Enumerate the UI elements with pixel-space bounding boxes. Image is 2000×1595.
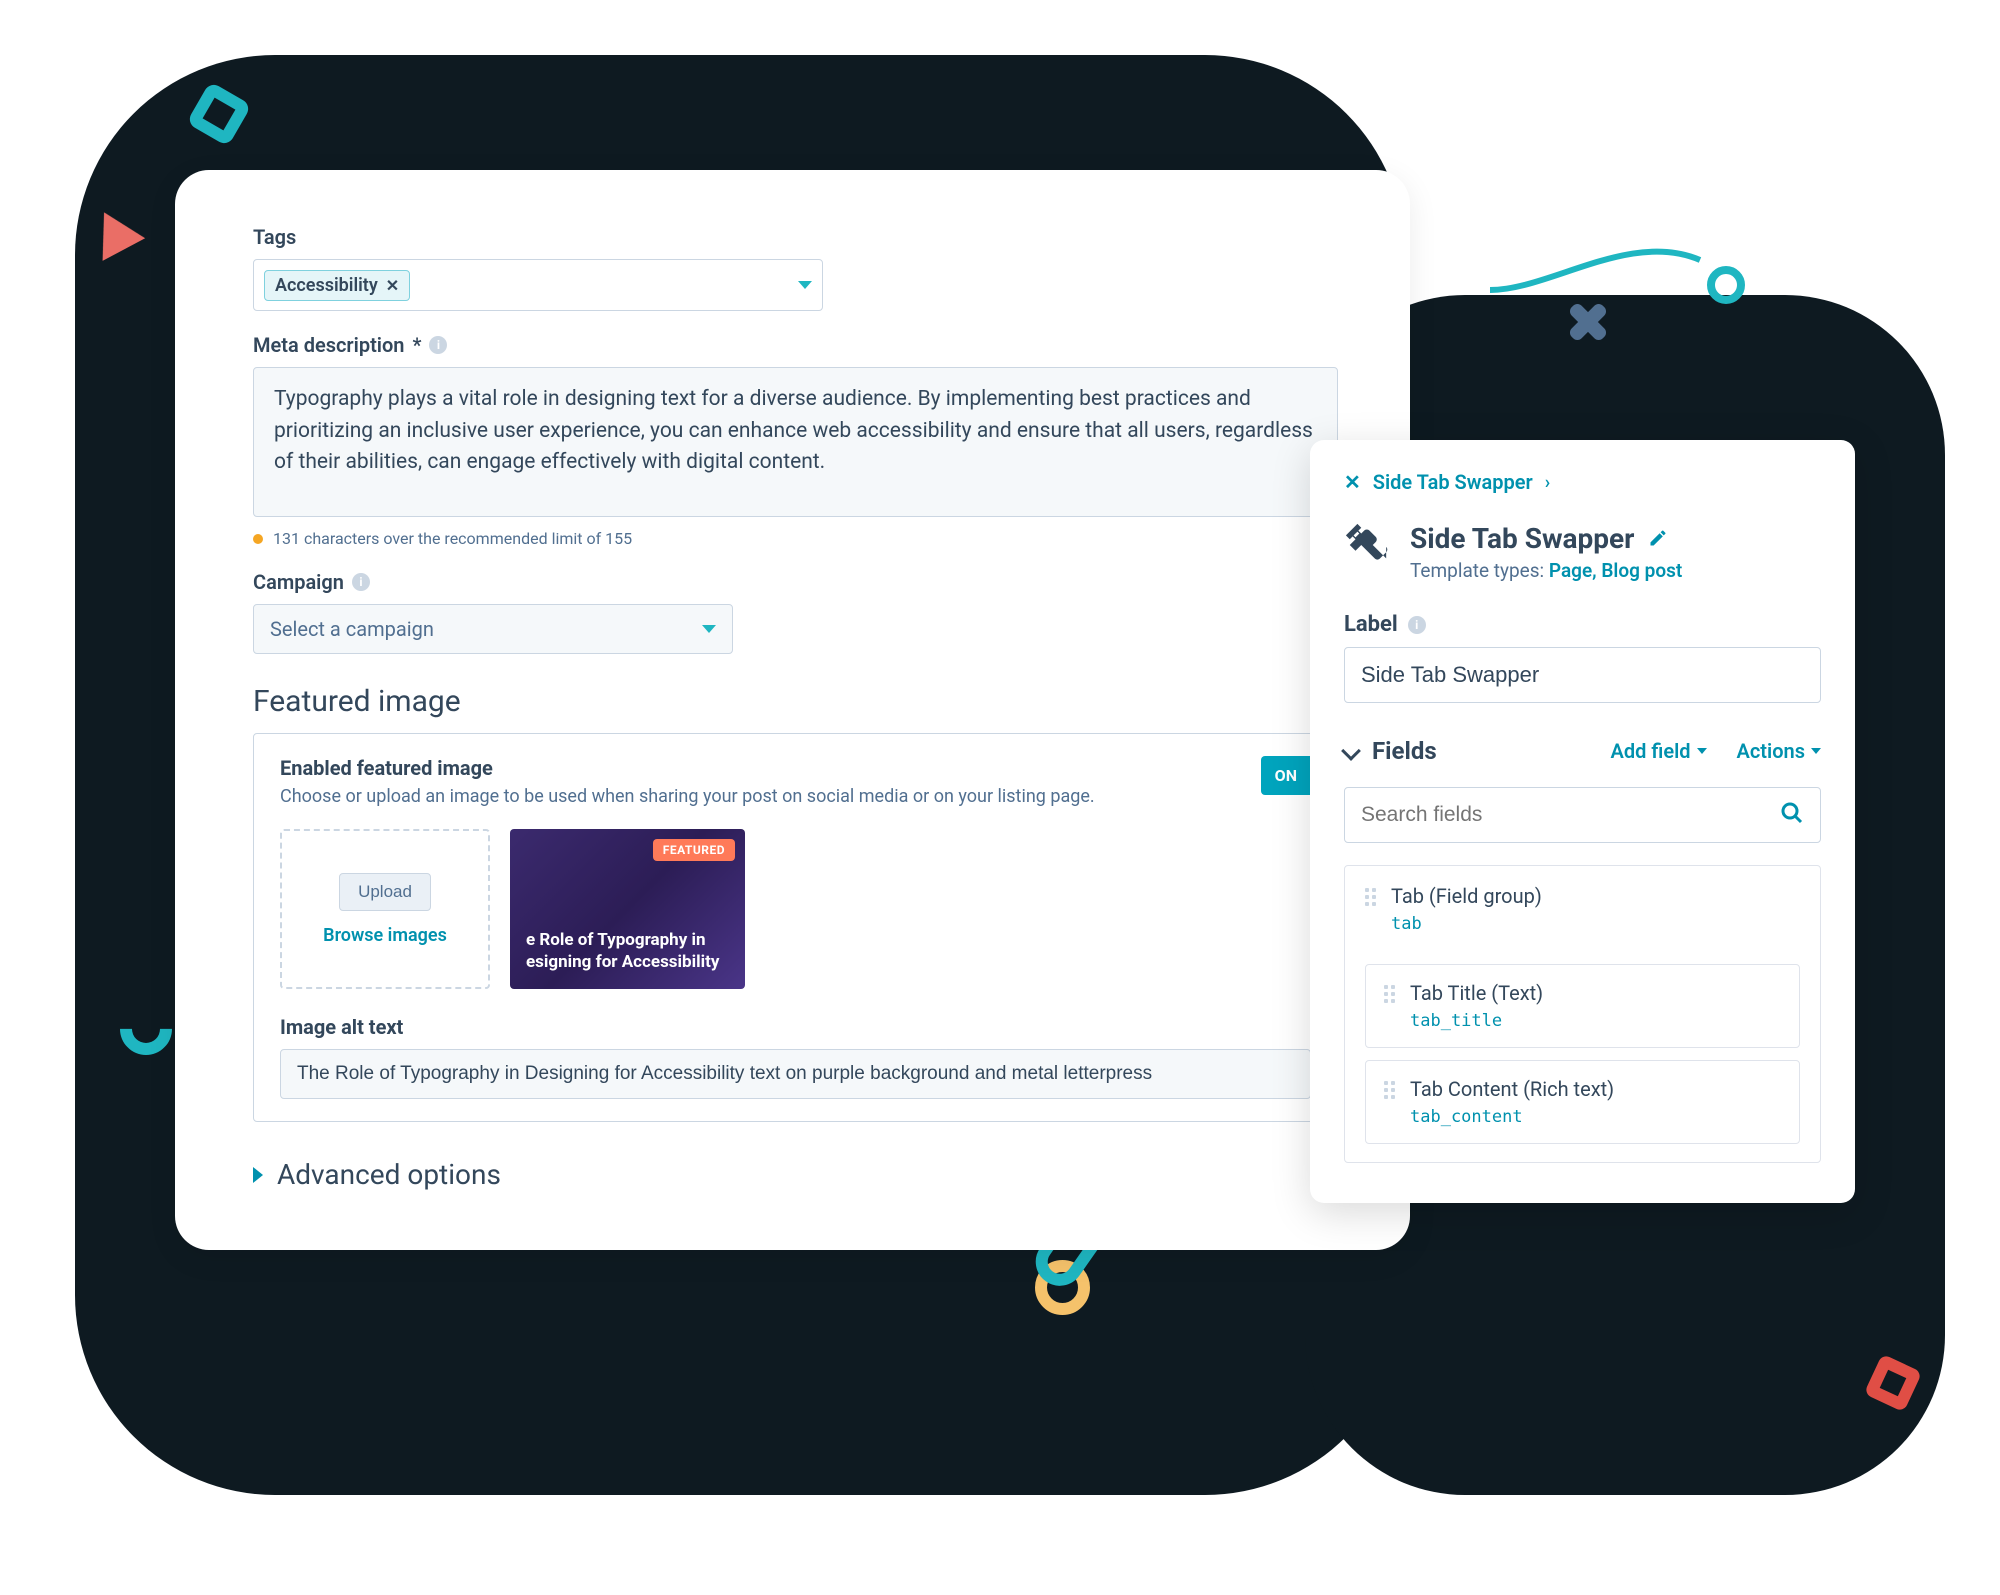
breadcrumb-label: Side Tab Swapper	[1373, 470, 1533, 494]
field-item[interactable]: Tab Content (Rich text) tab_content	[1365, 1060, 1800, 1144]
chevron-right-icon	[253, 1167, 263, 1183]
featured-badge: FEATURED	[653, 839, 735, 861]
meta-description-textarea[interactable]: Typography plays a vital role in designi…	[253, 367, 1338, 517]
drag-handle-icon[interactable]	[1365, 888, 1377, 906]
upload-dropzone[interactable]: Upload Browse images	[280, 829, 490, 989]
field-item[interactable]: Tab Title (Text) tab_title	[1365, 964, 1800, 1048]
advanced-options-toggle[interactable]: Advanced options	[253, 1158, 1338, 1191]
side-panel-title: Side Tab Swapper	[1410, 522, 1634, 555]
settings-card: Tags Accessibility ✕ Meta description * …	[175, 170, 1410, 1250]
tags-select[interactable]: Accessibility ✕	[253, 259, 823, 311]
actions-button[interactable]: Actions	[1737, 739, 1821, 763]
breadcrumb[interactable]: ✕ Side Tab Swapper ›	[1344, 470, 1821, 494]
label-heading: Label i	[1344, 612, 1821, 637]
fields-heading: Fields	[1372, 737, 1581, 765]
featured-image-box: Enabled featured image Choose or upload …	[253, 733, 1338, 1122]
campaign-label: Campaign i	[253, 570, 1338, 594]
deco-teal-circle	[1707, 266, 1745, 304]
side-panel: ✕ Side Tab Swapper › Side Tab Swapper Te…	[1310, 440, 1855, 1203]
edit-icon[interactable]	[1648, 522, 1668, 555]
close-icon[interactable]: ✕	[1344, 470, 1361, 494]
campaign-select[interactable]: Select a campaign	[253, 604, 733, 654]
chevron-down-icon	[798, 281, 812, 289]
info-icon[interactable]: i	[1408, 616, 1426, 634]
featured-image-heading: Featured image	[253, 684, 1338, 719]
template-types-line: Template types: Page, Blog post	[1410, 559, 1682, 582]
field-item-title: Tab Title (Text)	[1410, 981, 1543, 1005]
thumb-text-line1: e Role of Typography in	[526, 929, 729, 951]
drag-handle-icon[interactable]	[1384, 985, 1396, 1003]
chevron-down-icon[interactable]	[1341, 741, 1361, 761]
alt-text-input[interactable]	[280, 1049, 1311, 1099]
field-group-header[interactable]: Tab (Field group) tab	[1345, 866, 1820, 952]
chevron-down-icon	[1697, 748, 1707, 754]
featured-toggle[interactable]: ON	[1261, 756, 1311, 795]
search-fields-input[interactable]	[1361, 803, 1780, 827]
meta-description-label: Meta description * i	[253, 333, 1338, 357]
featured-thumbnail[interactable]: FEATURED e Role of Typography in esignin…	[510, 829, 745, 989]
alt-text-label: Image alt text	[280, 1015, 1311, 1039]
tags-label: Tags	[253, 225, 1338, 249]
tag-remove-icon[interactable]: ✕	[386, 276, 399, 295]
field-item-code: tab_title	[1410, 1011, 1543, 1031]
tools-icon	[1344, 522, 1390, 572]
label-input[interactable]	[1344, 647, 1821, 703]
field-group: Tab (Field group) tab Tab Title (Text) t…	[1344, 865, 1821, 1163]
drag-handle-icon[interactable]	[1384, 1081, 1396, 1099]
browse-images-link[interactable]: Browse images	[323, 925, 447, 946]
featured-enabled-heading: Enabled featured image	[280, 756, 1095, 780]
search-icon[interactable]	[1780, 801, 1804, 829]
template-types-link[interactable]: Page, Blog post	[1549, 559, 1682, 582]
deco-x-icon	[1566, 300, 1610, 344]
featured-enabled-subtext: Choose or upload an image to be used whe…	[280, 786, 1095, 807]
thumb-text-line2: esigning for Accessibility	[526, 951, 729, 973]
tag-chip-label: Accessibility	[275, 275, 378, 296]
chevron-right-icon: ›	[1545, 472, 1550, 493]
upload-button[interactable]: Upload	[339, 873, 431, 911]
field-item-code: tab_content	[1410, 1107, 1614, 1127]
tag-chip[interactable]: Accessibility ✕	[264, 270, 410, 301]
field-group-code: tab	[1391, 914, 1542, 934]
field-group-title: Tab (Field group)	[1391, 884, 1542, 908]
chevron-down-icon	[702, 625, 716, 633]
info-icon[interactable]: i	[352, 573, 370, 591]
info-icon[interactable]: i	[429, 336, 447, 354]
add-field-button[interactable]: Add field	[1611, 739, 1707, 763]
chevron-down-icon	[1811, 748, 1821, 754]
meta-warning: 131 characters over the recommended limi…	[253, 529, 1338, 548]
campaign-placeholder: Select a campaign	[270, 617, 434, 641]
field-item-title: Tab Content (Rich text)	[1410, 1077, 1614, 1101]
search-fields-box[interactable]	[1344, 787, 1821, 843]
warning-dot-icon	[253, 534, 263, 544]
deco-connector-line	[1490, 220, 1710, 300]
